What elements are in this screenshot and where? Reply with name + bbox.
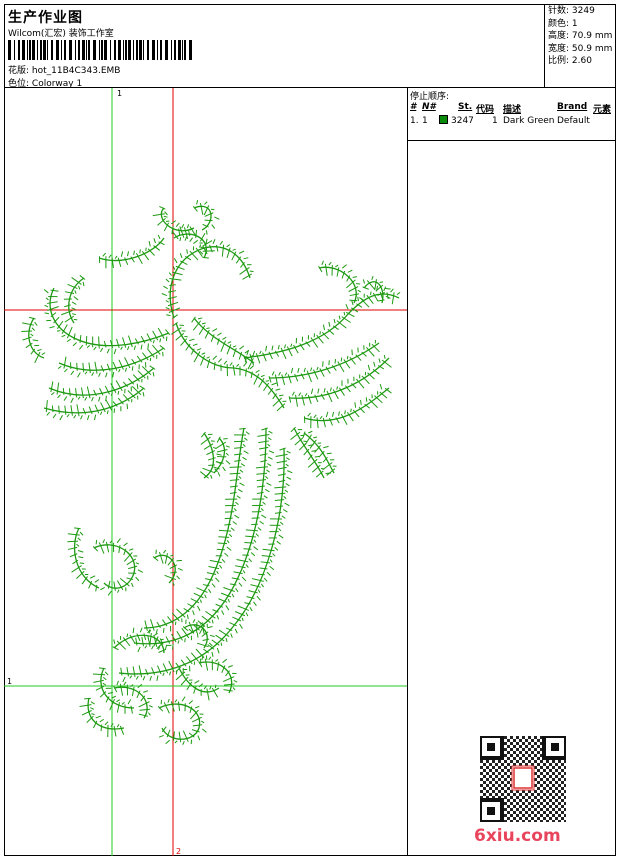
stat-scale: 比例: 2.60 (548, 55, 616, 68)
design-file-name: hot_11B4C343.EMB (31, 66, 121, 76)
row-description: Dark Green (503, 116, 555, 126)
stat-label: 宽度: (548, 43, 570, 54)
stat-value: 2.60 (571, 56, 592, 67)
row-index: 1. (410, 116, 419, 126)
stat-label: 针数: (548, 6, 570, 16)
embroidery-design: 1 2 1 (4, 88, 407, 856)
guide-label-v1: 1 (117, 89, 122, 98)
col-header-element: 元素 (593, 105, 612, 115)
col-header-stitches: St. (458, 102, 473, 112)
guide-label-v2: 2 (176, 847, 181, 856)
row-brand: Default (557, 116, 590, 126)
row-needle: 1 (422, 116, 428, 126)
row-stitches: 3247 (451, 116, 474, 126)
stat-value: 70.9 mm (571, 31, 613, 42)
stat-value: 1 (571, 18, 578, 29)
col-header-brand: Brand (557, 102, 588, 112)
guide-label-h1: 1 (7, 677, 12, 686)
col-header-code: 代码 (476, 105, 495, 115)
design-label: 花版: (8, 66, 30, 76)
row-code: 1 (492, 116, 498, 126)
qr-code-icon (480, 736, 566, 822)
stat-label: 颜色: (548, 18, 570, 29)
stat-label: 高度: (548, 31, 570, 42)
page-title: 生产作业图 (8, 10, 83, 26)
studio-name: Wilcom(汇宏) 装饰工作室 (8, 29, 114, 39)
header-info: 生产作业图 Wilcom(汇宏) 装饰工作室 花版: hot_11B4C343.… (4, 4, 545, 89)
col-header-needle: N# (422, 102, 436, 112)
stat-value: 50.9 mm (571, 43, 613, 54)
table-divider (408, 140, 616, 141)
watermark-text: 6xiu.com (474, 826, 561, 846)
barcode-icon (8, 40, 192, 60)
design-file-row: 花版: hot_11B4C343.EMB (8, 63, 120, 76)
design-stats: 针数: 3249 颜色: 1 高度: 70.9 mm 宽度: 50.9 mm 比… (545, 4, 616, 88)
stat-height: 高度: 70.9 mm (548, 30, 616, 43)
stat-label: 比例: (548, 56, 570, 67)
phoenix-stitches (21, 200, 401, 745)
stat-value: 3249 (571, 6, 595, 16)
thread-color-swatch[interactable] (439, 115, 448, 124)
stat-width: 宽度: 50.9 mm (548, 43, 616, 56)
stat-stitches: 针数: 3249 (548, 5, 616, 18)
stat-colors: 颜色: 1 (548, 18, 616, 31)
site-watermark: 6xiu.com (474, 736, 570, 854)
design-canvas[interactable]: 1 2 1 (4, 88, 408, 856)
col-header-index: # (410, 102, 417, 112)
stop-sequence-title: 停止顺序: (410, 92, 450, 102)
col-header-description: 描述 (503, 105, 522, 115)
